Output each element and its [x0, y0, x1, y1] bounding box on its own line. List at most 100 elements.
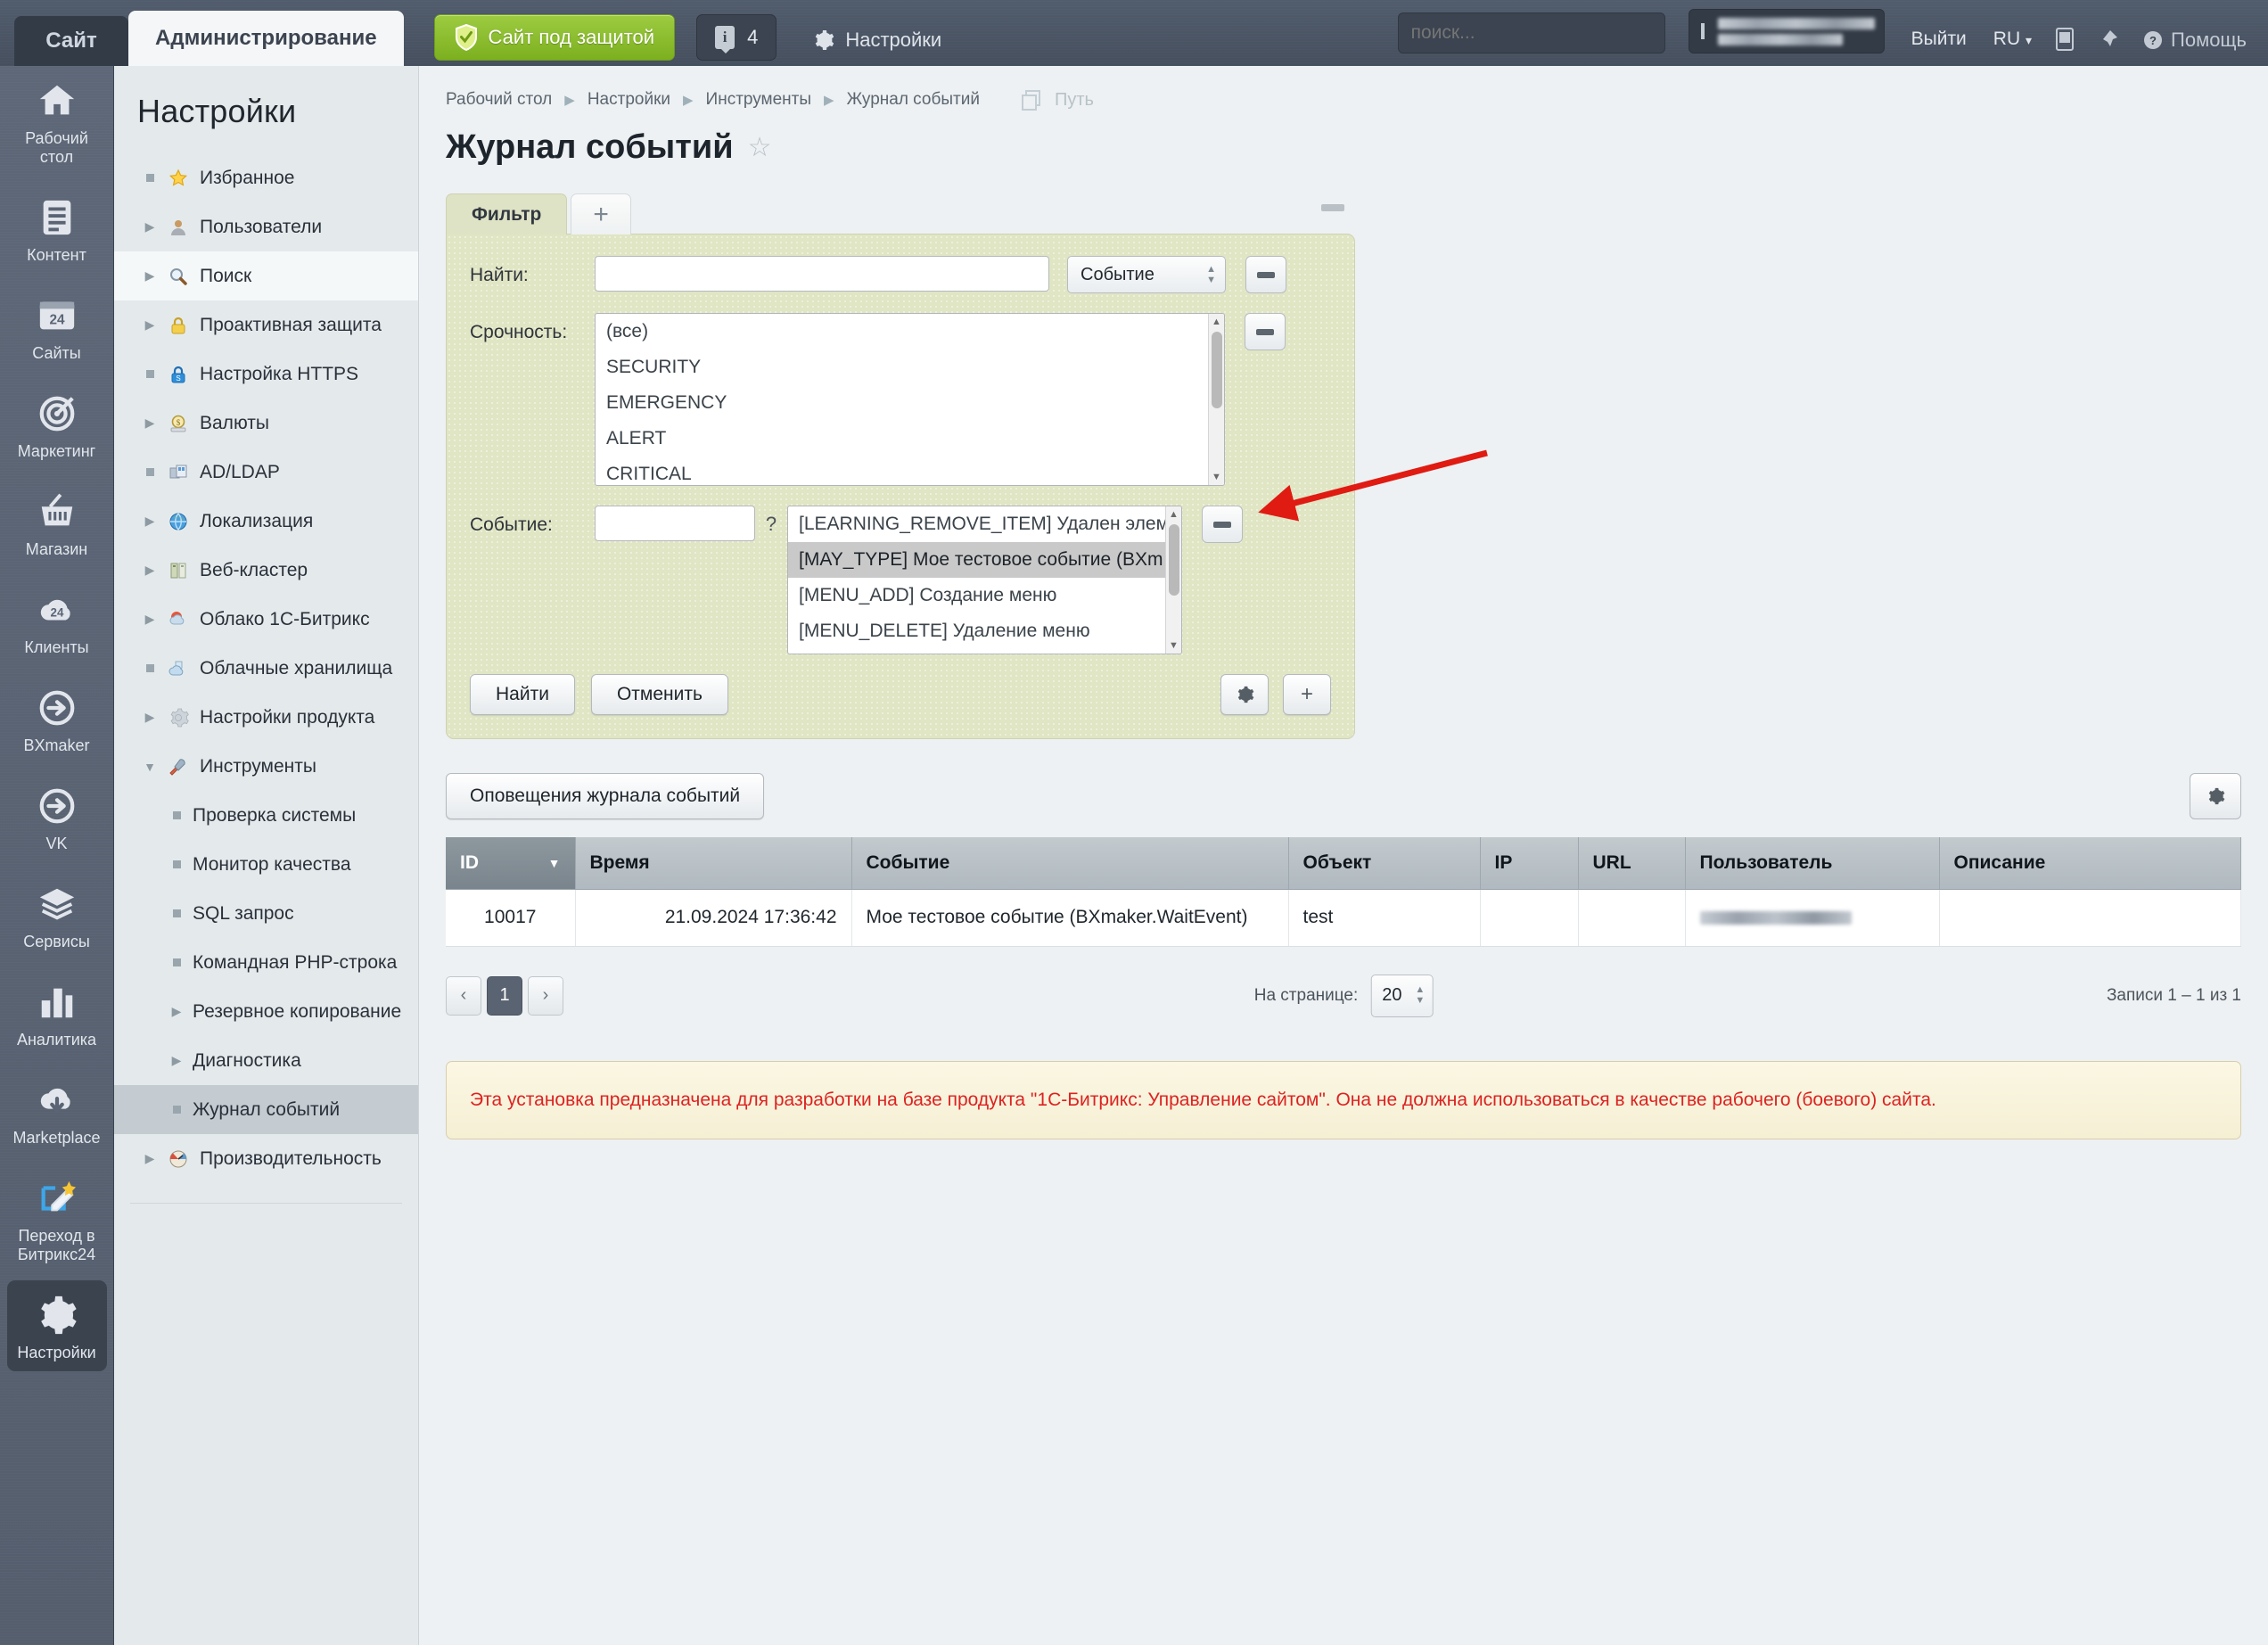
breadcrumb-item-3[interactable]: Журнал событий [847, 90, 980, 110]
menu-item-14[interactable]: Монитор качества [114, 840, 418, 889]
chevron-right-icon[interactable]: ▶ [143, 563, 157, 578]
scroll-down-icon[interactable]: ▼ [1209, 469, 1224, 485]
chevron-right-icon[interactable]: ▶ [143, 612, 157, 627]
add-filter-button[interactable]: + [1283, 674, 1331, 715]
menu-item-5[interactable]: ▶$Валюты [114, 399, 418, 448]
rail-item-4[interactable]: Магазин [7, 477, 107, 568]
column-header-time[interactable]: Время [575, 837, 851, 889]
menu-item-20[interactable]: ▶Производительность [114, 1134, 418, 1183]
menu-item-15[interactable]: SQL запрос [114, 889, 418, 938]
event-log-notifications-button[interactable]: Оповещения журнала событий [446, 773, 764, 819]
menu-item-10[interactable]: Облачные хранилища [114, 644, 418, 693]
menu-item-12[interactable]: ▼Инструменты [114, 742, 418, 791]
rail-item-9[interactable]: Аналитика [7, 967, 107, 1058]
breadcrumb-item-1[interactable]: Настройки [588, 90, 670, 110]
filter-cancel-button[interactable]: Отменить [591, 674, 728, 715]
chevron-right-icon[interactable]: ▶ [143, 268, 157, 284]
chevron-right-icon[interactable]: ▶ [143, 415, 157, 431]
chevron-right-icon[interactable]: ▶ [143, 317, 157, 333]
event-help-marker[interactable]: ? [755, 506, 787, 536]
severity-option-3[interactable]: ALERT [596, 421, 1224, 456]
column-header-user[interactable]: Пользователь [1685, 837, 1939, 889]
rail-item-11[interactable]: Переход в Битрикс24 [7, 1164, 107, 1273]
menu-item-8[interactable]: ▶Веб-кластер [114, 546, 418, 595]
tab-site[interactable]: Сайт [14, 16, 128, 66]
severity-option-2[interactable]: EMERGENCY [596, 385, 1224, 421]
grid-settings-button[interactable] [2190, 773, 2241, 819]
rail-item-8[interactable]: Сервисы [7, 869, 107, 960]
event-input[interactable] [595, 506, 755, 541]
collapse-filter-button[interactable] [1321, 204, 1344, 211]
rail-item-1[interactable]: Контент [7, 183, 107, 274]
language-selector[interactable]: RU ▾ [1993, 29, 2032, 50]
page-prev-button[interactable]: ‹ [446, 976, 481, 1016]
page-number-1[interactable]: 1 [487, 976, 522, 1016]
event-scrollbar[interactable]: ▲ ▼ [1165, 506, 1181, 654]
search-input[interactable] [1399, 22, 1665, 44]
menu-item-4[interactable]: SНастройка HTTPS [114, 350, 418, 399]
tab-filter[interactable]: Фильтр [446, 193, 567, 234]
event-option-4[interactable]: [MENU_EDIT] Изменение меню [788, 649, 1181, 654]
event-option-3[interactable]: [MENU_DELETE] Удаление меню [788, 613, 1181, 649]
filter-search-button[interactable]: Найти [470, 674, 575, 715]
menu-item-9[interactable]: ▶Облако 1С-Битрикс [114, 595, 418, 644]
severity-listbox[interactable]: (все)SECURITYEMERGENCYALERTCRITICAL ▲ ▼ [595, 313, 1225, 486]
topbar-settings-button[interactable]: Настройки [812, 29, 941, 52]
menu-item-17[interactable]: ▶Резервное копирование [114, 987, 418, 1036]
remove-severity-row-button[interactable] [1245, 313, 1286, 350]
chevron-right-icon[interactable]: ▶ [169, 1053, 184, 1068]
scrollbar-thumb[interactable] [1212, 332, 1222, 408]
add-filter-tab-button[interactable]: + [571, 193, 631, 234]
column-header-object[interactable]: Объект [1288, 837, 1480, 889]
notifications-counter[interactable]: i 4 [696, 14, 777, 61]
pin-icon-button[interactable] [2098, 29, 2119, 52]
menu-item-6[interactable]: AD/LDAP [114, 448, 418, 497]
scroll-down-icon[interactable]: ▼ [1166, 637, 1181, 654]
menu-item-13[interactable]: Проверка системы [114, 791, 418, 840]
table-row[interactable]: 10017 21.09.2024 17:36:42 Мое тестовое с… [446, 889, 2241, 946]
chevron-right-icon[interactable]: ▶ [143, 710, 157, 725]
event-option-0[interactable]: [LEARNING_REMOVE_ITEM] Удален элем… [788, 506, 1181, 542]
severity-option-4[interactable]: CRITICAL [596, 456, 1224, 486]
tab-administration[interactable]: Администрирование [128, 11, 404, 66]
menu-item-2[interactable]: ▶Поиск [114, 251, 418, 300]
column-header-id[interactable]: ID ▼ [446, 837, 575, 889]
rail-item-10[interactable]: Marketplace [7, 1065, 107, 1156]
mobile-icon[interactable] [2055, 27, 2075, 52]
menu-item-18[interactable]: ▶Диагностика [114, 1036, 418, 1085]
event-option-1[interactable]: [MAY_TYPE] Мое тестовое событие (BXm… [788, 542, 1181, 578]
remove-find-row-button[interactable] [1245, 256, 1286, 293]
global-search[interactable] [1398, 12, 1665, 53]
rail-item-3[interactable]: Маркетинг [7, 379, 107, 470]
remove-event-row-button[interactable] [1202, 506, 1243, 543]
severity-option-0[interactable]: (все) [596, 314, 1224, 350]
scrollbar-thumb[interactable] [1169, 524, 1179, 596]
rail-item-7[interactable]: VK [7, 771, 107, 862]
column-header-ip[interactable]: IP [1480, 837, 1578, 889]
column-header-event[interactable]: Событие [851, 837, 1288, 889]
column-header-url[interactable]: URL [1578, 837, 1685, 889]
find-input[interactable] [595, 256, 1049, 292]
path-button[interactable]: Путь [1019, 87, 1094, 112]
chevron-right-icon[interactable]: ▶ [143, 1151, 157, 1166]
page-next-button[interactable]: › [528, 976, 563, 1016]
site-protected-button[interactable]: Сайт под защитой [434, 14, 676, 61]
event-option-2[interactable]: [MENU_ADD] Создание меню [788, 578, 1181, 613]
menu-item-1[interactable]: ▶Пользователи [114, 202, 418, 251]
rail-item-6[interactable]: BXmaker [7, 673, 107, 764]
menu-item-7[interactable]: ▶Локализация [114, 497, 418, 546]
chevron-right-icon[interactable]: ▶ [143, 219, 157, 234]
severity-scrollbar[interactable]: ▲ ▼ [1208, 314, 1224, 485]
menu-item-0[interactable]: Избранное [114, 153, 418, 202]
rail-item-0[interactable]: Рабочий стол [7, 66, 107, 176]
chevron-right-icon[interactable]: ▶ [143, 514, 157, 529]
user-menu[interactable] [1689, 9, 1885, 53]
breadcrumb-item-2[interactable]: Инструменты [706, 90, 811, 110]
rail-item-2[interactable]: 24 Сайты [7, 281, 107, 372]
chevron-right-icon[interactable]: ▶ [169, 1004, 184, 1019]
menu-item-16[interactable]: Командная PHP-строка [114, 938, 418, 987]
column-header-description[interactable]: Описание [1939, 837, 2241, 889]
menu-item-3[interactable]: ▶Проактивная защита [114, 300, 418, 350]
chevron-down-icon[interactable]: ▼ [143, 760, 157, 774]
menu-item-11[interactable]: ▶Настройки продукта [114, 693, 418, 742]
